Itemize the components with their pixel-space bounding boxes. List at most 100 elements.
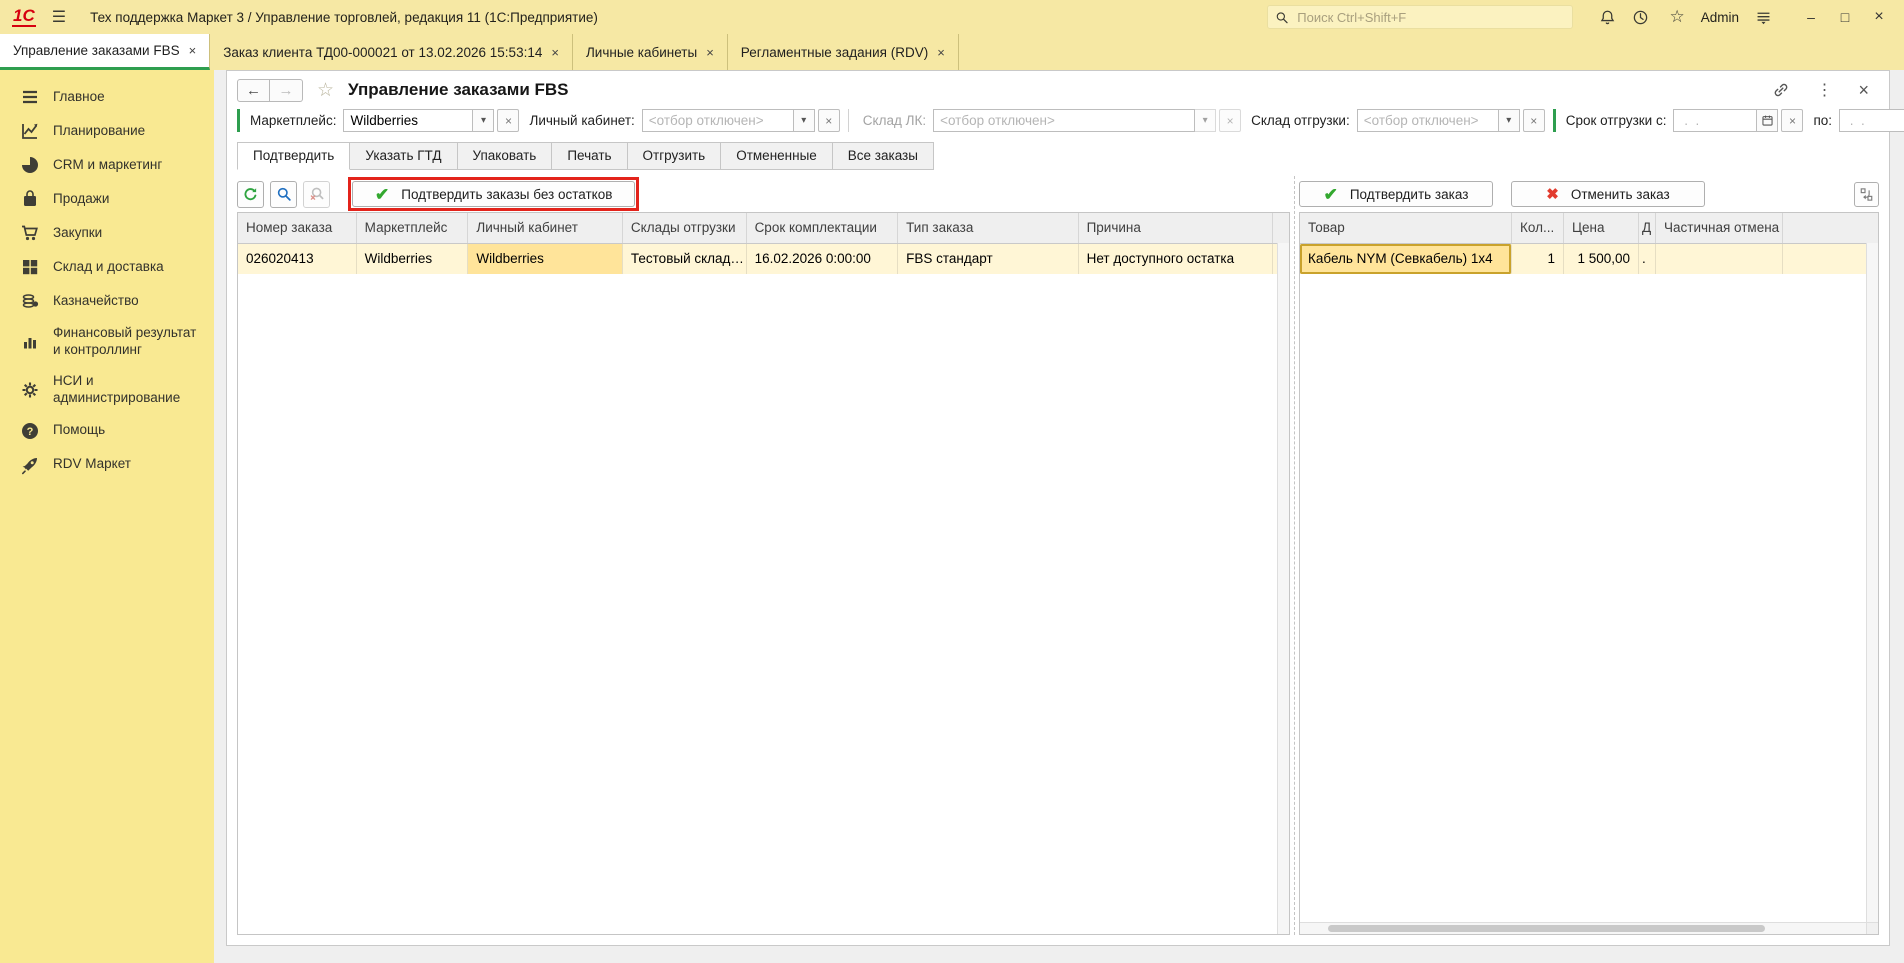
tab-close-icon[interactable]: × <box>551 45 559 60</box>
cell-order-type[interactable]: FBS стандарт <box>898 244 1079 274</box>
sidebar-item-zakupki[interactable]: Закупки <box>0 216 214 250</box>
confirm-orders-no-stock-button[interactable]: ✔ Подтвердить заказы без остатков <box>352 181 636 207</box>
search-button[interactable] <box>270 180 297 208</box>
column-header-warehouses[interactable]: Склады отгрузки <box>623 213 747 243</box>
tab-zakaz-klienta[interactable]: Заказ клиента ТД00-000021 от 13.02.2026 … <box>210 34 573 70</box>
item-row[interactable]: Кабель NYM (Севкабель) 1x4 1 1 500,00 . <box>1300 244 1878 274</box>
column-header-marketplace[interactable]: Маркетплейс <box>357 213 469 243</box>
maximize-button[interactable]: □ <box>1838 9 1852 25</box>
tab-pechat[interactable]: Печать <box>551 142 628 170</box>
history-clock-icon[interactable] <box>1632 9 1649 26</box>
tab-podtverdit[interactable]: Подтвердить <box>237 142 351 170</box>
user-menu-icon[interactable] <box>1755 9 1772 26</box>
chevron-down-icon[interactable]: ▾ <box>1497 109 1520 132</box>
tab-upravlenie-zakazami-fbs[interactable]: Управление заказами FBS × <box>0 34 211 70</box>
favorite-star-icon[interactable]: ☆ <box>317 79 334 102</box>
favorites-star-icon[interactable]: ☆ <box>1669 7 1684 27</box>
vertical-scrollbar[interactable] <box>1277 243 1289 934</box>
close-form-icon[interactable]: × <box>1858 80 1869 101</box>
column-header-product[interactable]: Товар <box>1300 213 1512 243</box>
cancel-order-button[interactable]: ✖ Отменить заказ <box>1511 181 1705 207</box>
sidebar-item-planirovanie[interactable]: Планирование <box>0 114 214 148</box>
warehouse-ship-filter-input[interactable] <box>1356 109 1499 132</box>
current-user[interactable]: Admin <box>1701 10 1739 25</box>
notifications-bell-icon[interactable] <box>1599 9 1616 26</box>
tab-upakovat[interactable]: Упаковать <box>456 142 553 170</box>
confirm-order-button[interactable]: ✔ Подтвердить заказ <box>1299 181 1493 207</box>
sidebar-item-label: Финансовый результат и контроллинг <box>53 325 197 357</box>
cell-cabinet[interactable]: Wildberries <box>468 244 623 274</box>
column-header-quantity[interactable]: Кол... <box>1512 213 1564 243</box>
more-menu-icon[interactable]: ⋮ <box>1816 80 1832 100</box>
global-search[interactable] <box>1267 5 1574 29</box>
tab-close-icon[interactable]: × <box>937 45 945 60</box>
column-header-cabinet[interactable]: Личный кабинет <box>468 213 623 243</box>
sidebar-item-finrezultat[interactable]: Финансовый результат и контроллинг <box>0 318 214 366</box>
tab-close-icon[interactable]: × <box>706 45 714 60</box>
column-header-order-type[interactable]: Тип заказа <box>898 213 1079 243</box>
forward-button[interactable]: → <box>270 78 303 102</box>
clear-filter-icon[interactable]: × <box>1219 109 1242 132</box>
column-header-reason[interactable]: Причина <box>1079 213 1274 243</box>
tab-lichnye-kabinety[interactable]: Личные кабинеты × <box>573 34 728 70</box>
cell-partial-cancel[interactable] <box>1656 244 1783 274</box>
cell-product[interactable]: Кабель NYM (Севкабель) 1x4 <box>1300 244 1512 274</box>
tab-vse-zakazy[interactable]: Все заказы <box>831 142 934 170</box>
sidebar-item-rdv-market[interactable]: RDV Маркет <box>0 448 214 482</box>
search-input[interactable] <box>1295 8 1566 26</box>
cell-order-number[interactable]: 026020413 <box>238 244 357 274</box>
close-window-button[interactable]: × <box>1872 8 1886 26</box>
chevron-down-icon[interactable]: ▾ <box>472 109 495 132</box>
clear-date-icon[interactable]: × <box>1781 109 1804 132</box>
main-menu-icon[interactable]: ☰ <box>52 7 66 27</box>
cell-clipped[interactable]: . <box>1639 244 1656 274</box>
column-header-price[interactable]: Цена <box>1564 213 1639 243</box>
cell-deadline[interactable]: 16.02.2026 0:00:00 <box>747 244 899 274</box>
ship-date-from-input[interactable] <box>1673 109 1758 132</box>
tab-otgruzit[interactable]: Отгрузить <box>626 142 722 170</box>
sidebar-item-glavnoe[interactable]: Главное <box>0 80 214 114</box>
minimize-button[interactable]: – <box>1804 9 1818 25</box>
clear-filter-icon[interactable]: × <box>1522 109 1545 132</box>
cell-price[interactable]: 1 500,00 <box>1564 244 1639 274</box>
warehouse-lk-filter-input[interactable] <box>933 109 1196 132</box>
chevron-down-icon[interactable]: ▾ <box>1194 109 1217 132</box>
ship-date-to-input[interactable] <box>1839 109 1904 132</box>
cell-quantity[interactable]: 1 <box>1512 244 1564 274</box>
form-settings-button[interactable] <box>1854 181 1879 207</box>
vertical-scrollbar[interactable] <box>1866 243 1878 923</box>
title-bar: 1С ☰ Тех поддержка Маркет 3 / Управление… <box>0 0 1904 34</box>
order-row[interactable]: 026020413 Wildberries Wildberries Тестов… <box>238 244 1289 274</box>
cell-reason[interactable]: Нет доступного остатка <box>1079 244 1274 274</box>
sidebar-item-nsi[interactable]: НСИ и администрирование <box>0 366 214 414</box>
tab-ukazat-gtd[interactable]: Указать ГТД <box>349 142 458 170</box>
column-header-deadline[interactable]: Срок комплектации <box>747 213 899 243</box>
sidebar-item-kaznacheystvo[interactable]: Казначейство <box>0 284 214 318</box>
sidebar-item-sklad[interactable]: Склад и доставка <box>0 250 214 284</box>
cabinet-filter-input[interactable] <box>641 109 794 132</box>
ship-date-from-label: Срок отгрузки с: <box>1565 113 1667 128</box>
clear-filter-icon[interactable]: × <box>817 109 840 132</box>
horizontal-scrollbar[interactable] <box>1300 922 1867 934</box>
tab-close-icon[interactable]: × <box>189 43 197 58</box>
clear-filter-icon[interactable]: × <box>497 109 520 132</box>
marketplace-filter-input[interactable] <box>343 109 474 132</box>
sidebar-item-prodazhi[interactable]: Продажи <box>0 182 214 216</box>
cell-warehouses[interactable]: Тестовый склад… <box>623 244 747 274</box>
coins-icon <box>20 291 40 311</box>
sidebar-item-pomoshch[interactable]: ? Помощь <box>0 414 214 448</box>
cell-marketplace[interactable]: Wildberries <box>357 244 469 274</box>
panel-splitter[interactable] <box>1290 176 1299 935</box>
back-button[interactable]: ← <box>237 78 270 102</box>
column-header-order-number[interactable]: Номер заказа <box>238 213 357 243</box>
tab-reglamentnye-zadaniya[interactable]: Регламентные задания (RDV) × <box>728 34 959 70</box>
tab-otmenennye[interactable]: Отмененные <box>720 142 833 170</box>
column-header-clipped[interactable]: Д <box>1639 213 1656 243</box>
chevron-down-icon[interactable]: ▾ <box>792 109 815 132</box>
scrollbar-thumb[interactable] <box>1328 925 1765 932</box>
refresh-button[interactable] <box>237 180 264 208</box>
column-header-partial-cancel[interactable]: Частичная отмена <box>1656 213 1783 243</box>
sidebar-item-crm[interactable]: CRM и маркетинг <box>0 148 214 182</box>
calendar-icon[interactable] <box>1756 109 1779 132</box>
get-link-icon[interactable] <box>1772 81 1790 99</box>
